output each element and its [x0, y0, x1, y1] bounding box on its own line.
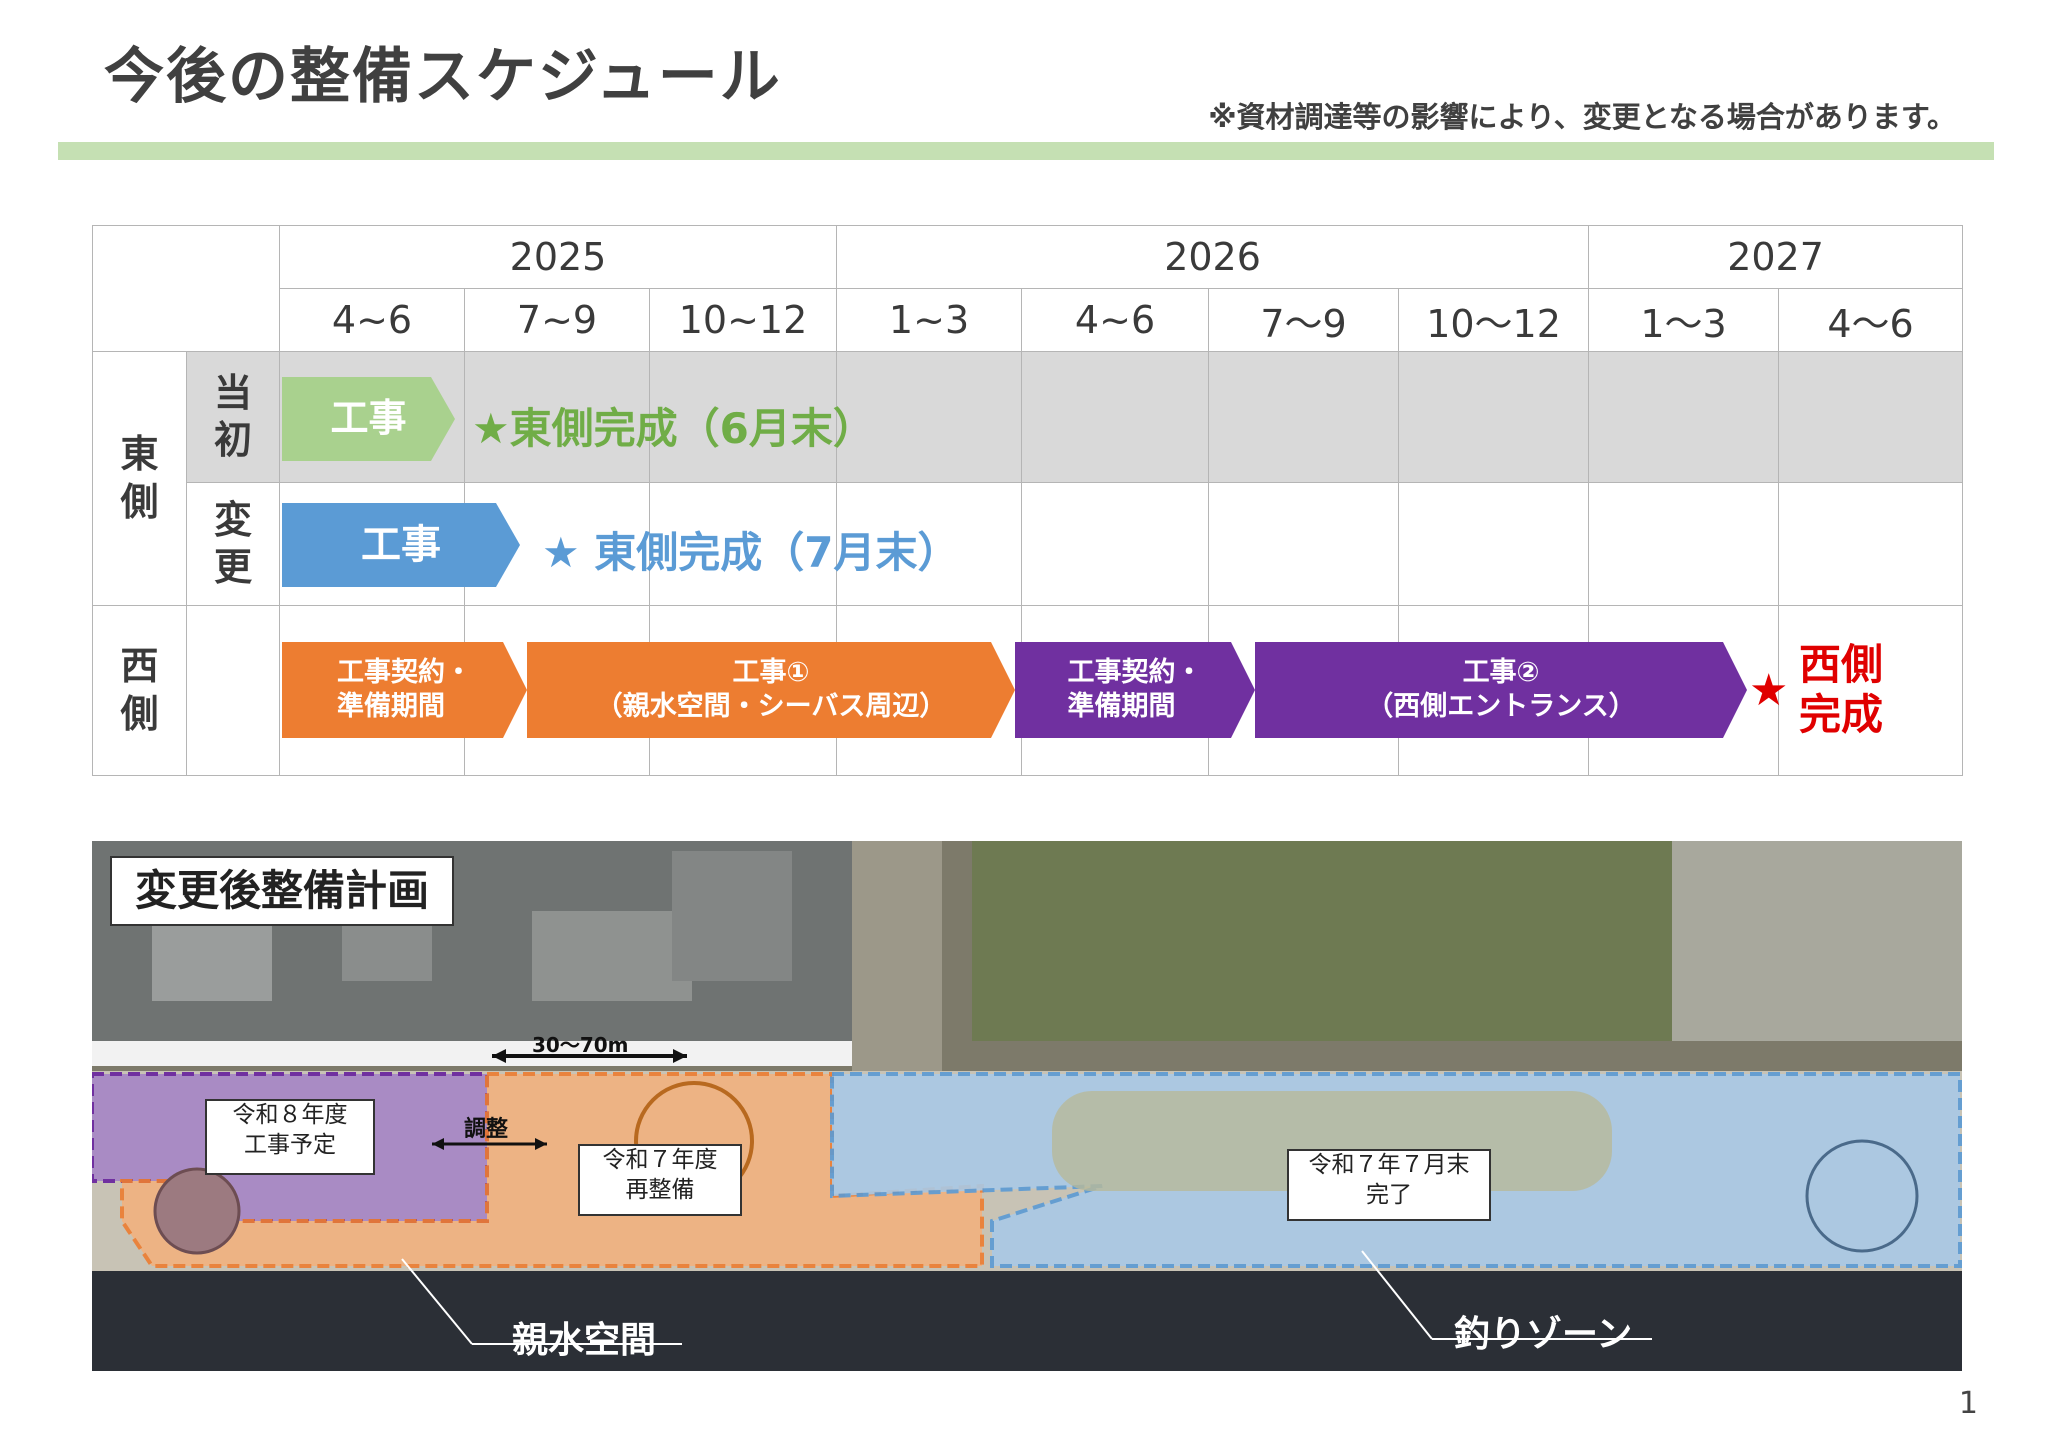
quarter-header: 4~6: [279, 288, 465, 352]
schedule-note: ※資材調達等の影響により、変更となる場合があります。: [1208, 100, 1956, 134]
area-water-label: 親水空間: [512, 1320, 657, 1361]
row-initial-label: 当初: [213, 370, 252, 463]
quarter-header: 1～3: [1588, 288, 1780, 352]
quarter-header: 1~3: [836, 288, 1023, 352]
west-label-cell: 西側: [92, 605, 187, 776]
title-divider: [58, 142, 1994, 160]
west-label: 西側: [120, 644, 159, 736]
quarter-header: 7~9: [464, 288, 650, 352]
year-header: 2026: [836, 225, 1590, 289]
schedule-table: 2025 2026 2027 4~6 7~9 10~12 1~3 4~6 7～9…: [92, 225, 1964, 776]
zone-done-label: 令和７年７月末 完了: [1287, 1149, 1491, 1221]
corner-cell: [92, 225, 280, 352]
site-plan-map: 変更後整備計画 30～70m 調整 令和８年度 工事予定 令和７年度 再整備 令…: [92, 841, 1962, 1371]
zone-r8-label: 令和８年度 工事予定: [205, 1099, 375, 1175]
east-label: 東側: [120, 432, 159, 524]
year-header: 2025: [278, 225, 838, 289]
distance-label: 30～70m: [532, 1033, 629, 1057]
year-header: 2027: [1588, 225, 1964, 289]
quarter-header: 4~6: [1021, 288, 1210, 352]
quarter-header: 7～9: [1208, 288, 1400, 352]
area-fishing-label: 釣りゾーン: [1454, 1314, 1633, 1355]
quarter-header: 10~12: [648, 288, 838, 352]
map-title: 変更後整備計画: [110, 856, 454, 926]
quarter-header: 10～12: [1398, 288, 1590, 352]
changed-label-cell: 変更: [186, 482, 280, 606]
zone-r7-label: 令和７年度 再整備: [578, 1144, 742, 1216]
east-label-cell: 東側: [92, 351, 187, 606]
row-changed-label: 変更: [213, 497, 252, 590]
quarter-header: 4～6: [1778, 288, 1964, 352]
initial-label-cell: 当初: [186, 351, 280, 483]
page-title: 今後の整備スケジュール: [104, 42, 782, 112]
page-number: 1: [1958, 1386, 1978, 1421]
adjust-label: 調整: [464, 1117, 509, 1142]
